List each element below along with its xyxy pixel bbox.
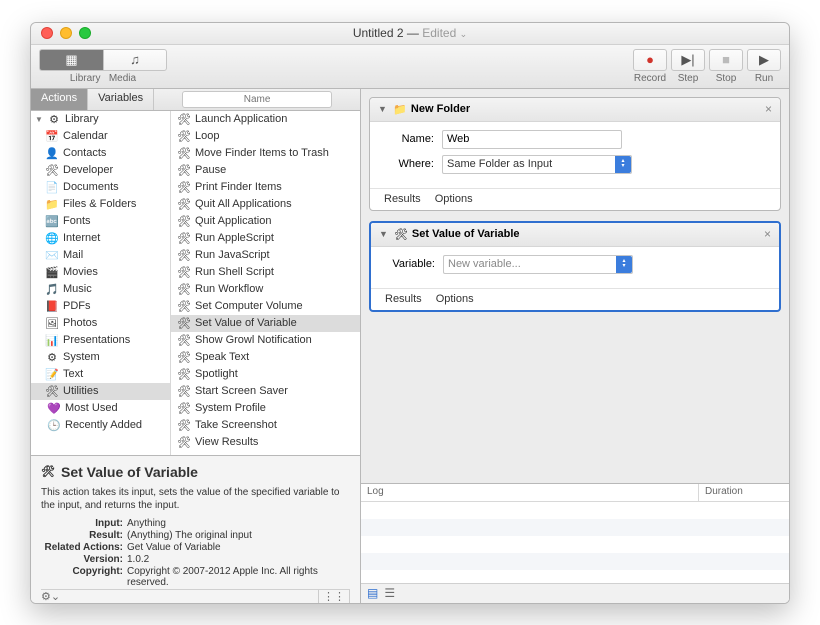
options-tab[interactable]: Options <box>435 193 473 205</box>
where-select[interactable]: Same Folder as Input▴▾ <box>442 155 632 174</box>
library-item[interactable]: 👤Contacts <box>31 145 170 162</box>
results-tab[interactable]: Results <box>385 293 422 305</box>
library-item[interactable]: 🌐Internet <box>31 230 170 247</box>
library-item[interactable]: 🎵Music <box>31 281 170 298</box>
workflow-panel: ▼📁New Folder× Name: Where:Same Folder as… <box>361 89 789 603</box>
action-item[interactable]: 🛠Run Shell Script <box>171 264 360 281</box>
library-item[interactable]: ▶🕒Recently Added <box>31 417 170 434</box>
library-item[interactable]: 📕PDFs <box>31 298 170 315</box>
library-item[interactable]: 🛠Developer <box>31 162 170 179</box>
record-button[interactable]: ●Record <box>633 49 667 84</box>
log-view-1[interactable]: ▤ <box>367 586 378 600</box>
window-title[interactable]: Untitled 2 — Edited ⌄ <box>31 26 789 40</box>
action-set-variable[interactable]: ▼🛠Set Value of Variable× Variable:New va… <box>369 221 781 312</box>
options-tab[interactable]: Options <box>436 293 474 305</box>
action-item[interactable]: 🛠Spotlight <box>171 366 360 383</box>
library-item[interactable]: 📁Files & Folders <box>31 196 170 213</box>
folder-icon: 📁 <box>393 102 407 116</box>
stop-button[interactable]: ■Stop <box>709 49 743 84</box>
action-item[interactable]: 🛠Pause <box>171 162 360 179</box>
action-item[interactable]: 🛠Launch Application <box>171 111 360 128</box>
tab-variables[interactable]: Variables <box>88 89 154 110</box>
library-item[interactable]: 📝Text <box>31 366 170 383</box>
library-item[interactable]: ▶💜Most Used <box>31 400 170 417</box>
actions-list[interactable]: 🛠Launch Application🛠Loop🛠Move Finder Ite… <box>171 111 360 455</box>
search-input[interactable] <box>182 91 332 108</box>
action-item[interactable]: 🛠Run JavaScript <box>171 247 360 264</box>
library-item[interactable]: 🎬Movies <box>31 264 170 281</box>
action-item[interactable]: 🛠Speak Text <box>171 349 360 366</box>
action-item[interactable]: 🛠Quit Application <box>171 213 360 230</box>
library-item[interactable]: ⚙System <box>31 349 170 366</box>
action-item[interactable]: 🛠View Results <box>171 434 360 451</box>
gear-icon[interactable]: ⚙⌄ <box>41 590 60 603</box>
action-new-folder[interactable]: ▼📁New Folder× Name: Where:Same Folder as… <box>369 97 781 211</box>
action-item[interactable]: 🛠Set Computer Volume <box>171 298 360 315</box>
run-button[interactable]: ▶Run <box>747 49 781 84</box>
automator-window: Untitled 2 — Edited ⌄ ▦ ♫ Library Media … <box>30 22 790 604</box>
tab-actions[interactable]: Actions <box>31 89 88 110</box>
action-item[interactable]: 🛠Run AppleScript <box>171 230 360 247</box>
library-item[interactable]: ✉️Mail <box>31 247 170 264</box>
hammer-icon: 🛠 <box>394 227 408 241</box>
folder-name-input[interactable] <box>442 130 622 149</box>
info-footer: ⚙⌄ ⋮⋮ <box>41 589 350 603</box>
library-item[interactable]: 📅Calendar <box>31 128 170 145</box>
action-item[interactable]: 🛠Start Screen Saver <box>171 383 360 400</box>
titlebar[interactable]: Untitled 2 — Edited ⌄ <box>31 23 789 45</box>
results-tab[interactable]: Results <box>384 193 421 205</box>
hammer-icon: 🛠 <box>41 465 55 479</box>
library-item[interactable]: 🔤Fonts <box>31 213 170 230</box>
action-item[interactable]: 🛠Move Finder Items to Trash <box>171 145 360 162</box>
log-view-2[interactable]: ☰ <box>384 586 395 600</box>
library-item[interactable]: 📄Documents <box>31 179 170 196</box>
library-toggle[interactable]: ▦ <box>39 49 103 71</box>
resize-handle[interactable]: ⋮⋮ <box>318 590 350 603</box>
library-item[interactable]: 📊Presentations <box>31 332 170 349</box>
library-media-segment: ▦ ♫ Library Media <box>39 49 167 84</box>
media-toggle[interactable]: ♫ <box>103 49 167 71</box>
library-panel: Actions Variables ▼⚙Library📅Calendar👤Con… <box>31 89 361 603</box>
action-item[interactable]: 🛠Quit All Applications <box>171 196 360 213</box>
step-button[interactable]: ▶|Step <box>671 49 705 84</box>
close-icon[interactable]: × <box>764 227 771 241</box>
library-root[interactable]: ▼⚙Library <box>31 111 170 128</box>
library-item[interactable]: 🛠Utilities <box>31 383 170 400</box>
close-icon[interactable]: × <box>765 102 772 116</box>
library-item[interactable]: 🖼Photos <box>31 315 170 332</box>
action-info: 🛠Set Value of Variable This action takes… <box>31 455 360 603</box>
action-item[interactable]: 🛠Show Growl Notification <box>171 332 360 349</box>
action-item[interactable]: 🛠System Profile <box>171 400 360 417</box>
action-item[interactable]: 🛠Take Screenshot <box>171 417 360 434</box>
log-body[interactable] <box>361 502 789 583</box>
log-panel: LogDuration ▤ ☰ <box>361 483 789 603</box>
action-item[interactable]: 🛠Loop <box>171 128 360 145</box>
action-item[interactable]: 🛠Print Finder Items <box>171 179 360 196</box>
library-categories[interactable]: ▼⚙Library📅Calendar👤Contacts🛠Developer📄Do… <box>31 111 171 455</box>
action-item[interactable]: 🛠Set Value of Variable <box>171 315 360 332</box>
action-item[interactable]: 🛠Run Workflow <box>171 281 360 298</box>
variable-select[interactable]: New variable...▴▾ <box>443 255 633 274</box>
toolbar: ▦ ♫ Library Media ●Record ▶|Step ■Stop ▶… <box>31 45 789 89</box>
